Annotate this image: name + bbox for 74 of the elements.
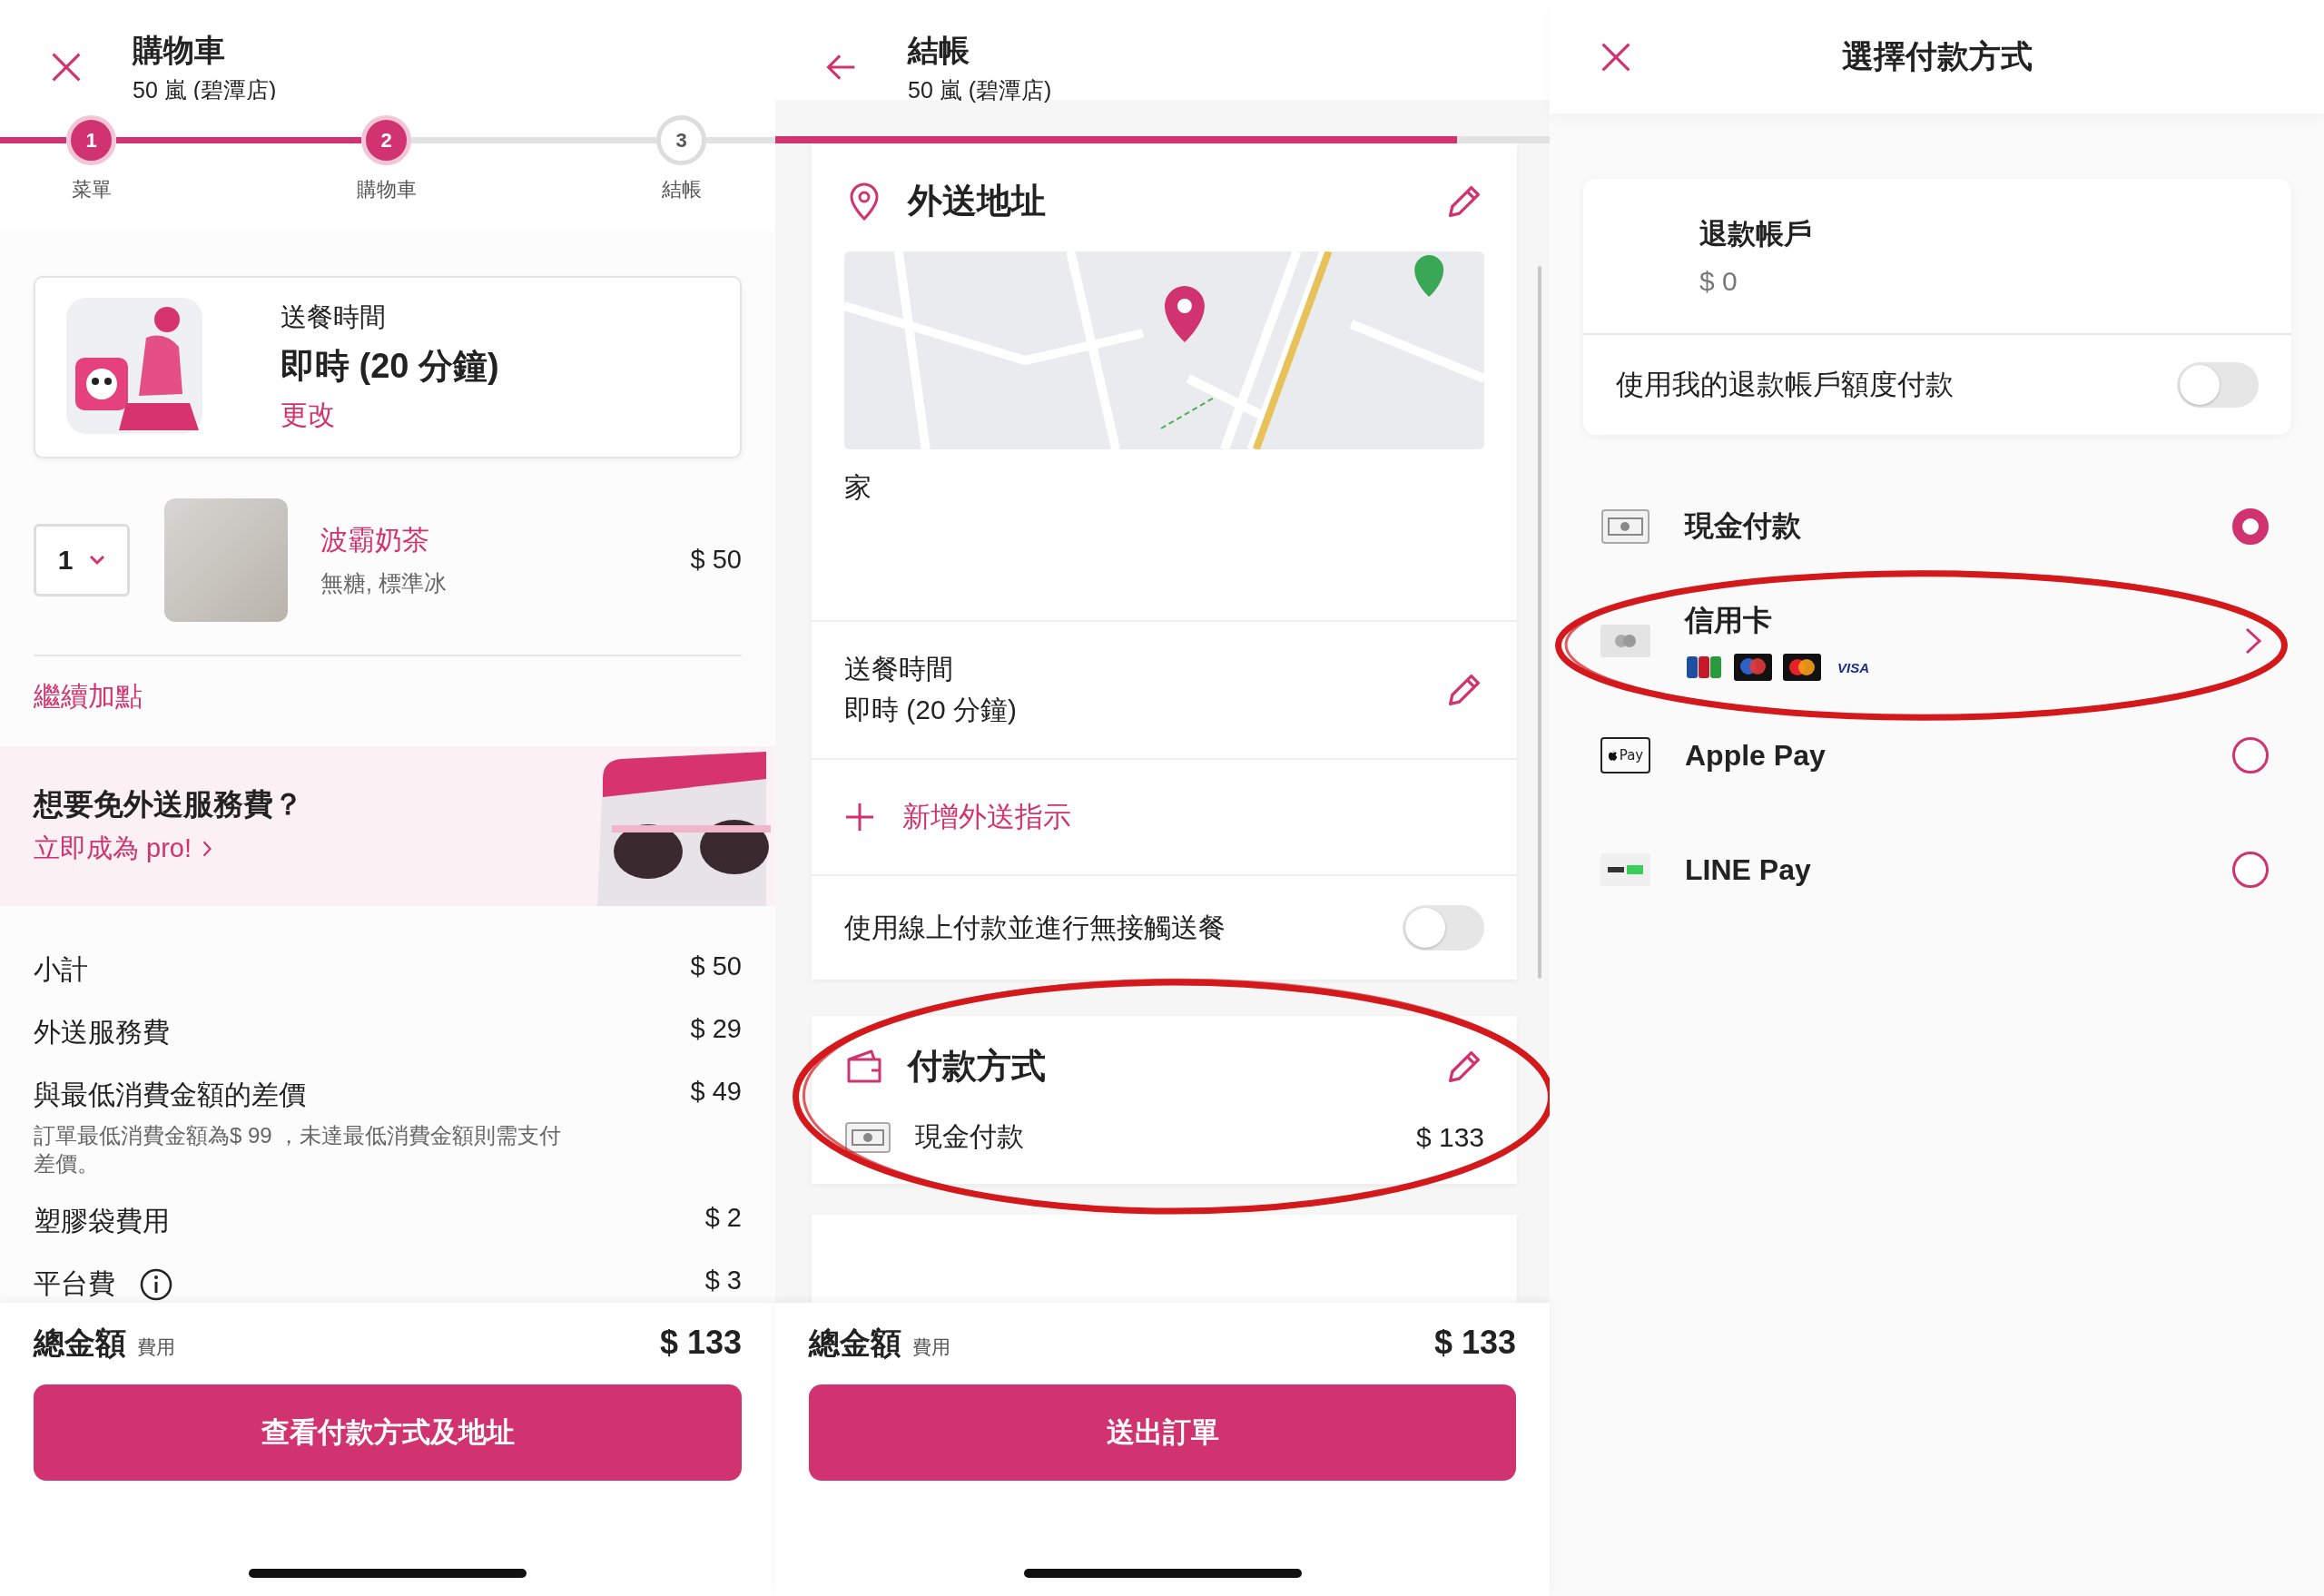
payment-method-name[interactable]: 信用卡 <box>1685 601 2243 641</box>
step-number: 3 <box>656 115 706 165</box>
item-options: 無糖, 標準冰 <box>320 567 691 598</box>
radio-button[interactable] <box>2232 508 2269 545</box>
item-price: $ 50 <box>690 545 742 576</box>
quantity-dropdown[interactable]: 1 <box>34 523 130 596</box>
step-label: 購物車 <box>356 177 417 202</box>
payment-method-name[interactable]: Apple Pay <box>1685 738 2232 773</box>
mastercard-logo-icon <box>1783 654 1821 681</box>
refund-balance: $ 0 <box>1699 266 1738 297</box>
step-number: 2 <box>361 115 411 165</box>
join-pro-link[interactable]: 立即成為 pro! <box>34 831 214 868</box>
fee-label: 塑膠袋費用 <box>34 1205 170 1237</box>
line-pay-icon <box>1600 852 1650 888</box>
screen-title: 購物車 <box>133 31 226 69</box>
radio-button[interactable] <box>2232 737 2269 773</box>
primary-button[interactable]: 查看付款方式及地址 <box>34 1384 742 1481</box>
fee-amount: $ 3 <box>704 1266 742 1296</box>
step-label: 結帳 <box>661 177 702 202</box>
caret-icon <box>89 554 106 566</box>
screen-title: 選擇付款方式 <box>1842 37 2033 75</box>
payment-method-name[interactable]: LINE Pay <box>1685 852 2232 887</box>
card-icon <box>1600 623 1650 659</box>
fee-label: 平台費 <box>34 1267 115 1300</box>
close-icon[interactable] <box>50 51 83 84</box>
maestro-logo-icon <box>1734 654 1772 681</box>
step-number: 1 <box>66 115 116 165</box>
total-amount: $ 133 <box>1433 1324 1516 1362</box>
fee-label: 小計 <box>34 952 88 986</box>
info-icon[interactable] <box>139 1266 173 1302</box>
refund-account-title: 退款帳戶 <box>1699 217 1813 251</box>
contactless-label: 使用線上付款並進行無接觸送餐 <box>844 911 1226 944</box>
total-amount: $ 133 <box>659 1324 742 1362</box>
delivery-time-label: 送餐時間 <box>281 301 387 334</box>
delivery-time-label: 送餐時間 <box>844 653 954 685</box>
fee-amount: $ 29 <box>690 1013 742 1044</box>
primary-button[interactable]: 送出訂單 <box>809 1384 1516 1481</box>
promo-title: 想要免外送服務費？ <box>34 786 304 823</box>
total-label: 總金額 <box>34 1325 126 1362</box>
toggle-switch[interactable] <box>1403 905 1484 951</box>
section-title: 付款方式 <box>908 1046 1047 1087</box>
store-name: 50 嵐 (碧潭店) <box>908 75 1052 104</box>
payment-method-name[interactable]: 現金付款 <box>1685 507 2232 547</box>
refund-toggle-label: 使用我的退款帳戶額度付款 <box>1616 368 1955 402</box>
fee-note: 訂單最低消費金額為$ 99 ，未達最低消費金額則需支付差價。 <box>34 1121 563 1177</box>
fee-label: 與最低消費金額的差價 <box>34 1078 306 1111</box>
add-instructions-button[interactable]: 新增外送指示 <box>844 798 1071 836</box>
cash-icon <box>1600 508 1650 545</box>
jcb-logo-icon <box>1685 654 1723 681</box>
item-name[interactable]: 波霸奶茶 <box>320 521 691 559</box>
change-link[interactable]: 更改 <box>281 397 499 435</box>
address-label: 家 <box>844 471 872 504</box>
total-label: 總金額 <box>809 1325 901 1362</box>
delivery-time-value: 即時 (20 分鐘) <box>844 694 1019 726</box>
screen-title: 結帳 <box>908 31 970 69</box>
step-label: 菜單 <box>71 177 112 202</box>
apple-pay-icon: Pay <box>1600 737 1650 773</box>
toggle-switch[interactable] <box>2177 362 2259 408</box>
visa-logo: VISA <box>1837 659 1869 675</box>
total-note: 費用 <box>912 1335 951 1359</box>
chevron-icon[interactable] <box>2243 626 2263 656</box>
delivery-time-value: 即時 (20 分鐘) <box>281 346 499 388</box>
fee-amount: $ 50 <box>690 951 742 981</box>
total-note: 費用 <box>137 1335 176 1359</box>
fee-label: 外送服務費 <box>34 1015 170 1049</box>
payment-amount: $ 133 <box>1415 1121 1484 1153</box>
plus-icon <box>844 802 875 832</box>
cash-icon <box>844 1120 891 1154</box>
fee-amount: $ 2 <box>704 1203 742 1233</box>
payment-method: 現金付款 <box>915 1120 1025 1153</box>
section-title: 外送地址 <box>908 181 1047 222</box>
add-more-link[interactable]: 繼續加點 <box>34 677 143 715</box>
radio-button[interactable] <box>2232 852 2269 888</box>
fee-amount: $ 49 <box>690 1076 742 1107</box>
